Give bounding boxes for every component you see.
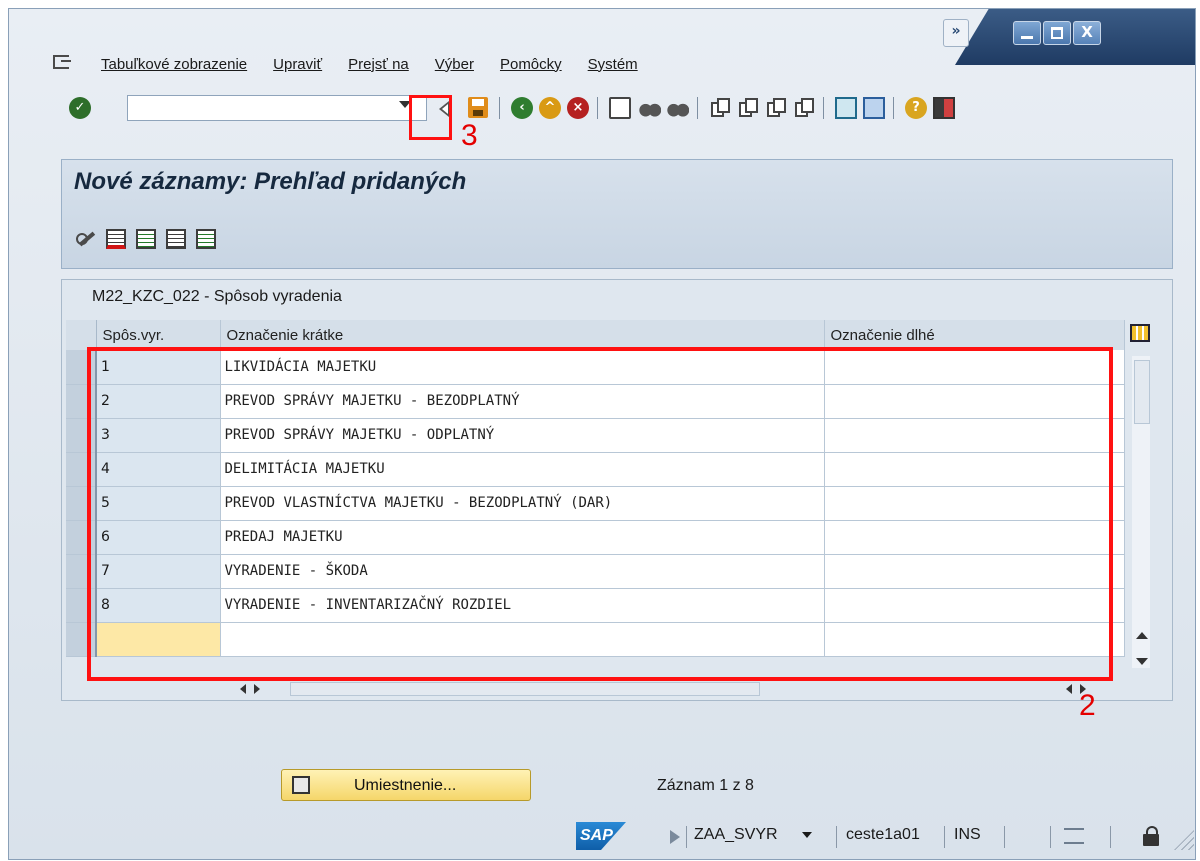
previous-page-icon[interactable] (737, 97, 759, 119)
shortcut-icon[interactable] (863, 97, 885, 119)
status-separator (1004, 826, 1005, 848)
status-separator (686, 826, 687, 848)
close-button[interactable] (1073, 21, 1101, 45)
scroll-right-icon[interactable] (254, 684, 260, 694)
status-system[interactable]: ZAA_SVYR (694, 826, 778, 844)
data-transfer-icon (1064, 828, 1084, 844)
table-settings-icon[interactable] (1130, 324, 1150, 342)
select-block-icon[interactable] (166, 229, 186, 249)
menu-item-edit[interactable]: Upraviť (273, 56, 322, 73)
next-page-icon[interactable] (765, 97, 787, 119)
save-icon[interactable] (468, 97, 488, 118)
minimize-button[interactable] (1013, 21, 1041, 45)
table-title: M22_KZC_022 - Spôsob vyradenia (92, 288, 342, 305)
status-separator (836, 826, 837, 848)
customize-layout-icon[interactable] (933, 97, 955, 119)
maximize-button[interactable] (1043, 21, 1071, 45)
standard-toolbar: ✓ ‹ ^ × ? (69, 95, 1089, 123)
scroll-left-end-icon[interactable] (1066, 684, 1072, 694)
status-dropdown-icon[interactable] (802, 832, 812, 838)
menu-item-table-view[interactable]: Tabuľkové zobrazenie (101, 56, 247, 73)
resize-grip[interactable] (1174, 830, 1194, 850)
menu-item-system[interactable]: Systém (588, 56, 638, 73)
callout-table-highlight (87, 347, 1113, 681)
print-icon[interactable] (609, 97, 631, 119)
status-separator (944, 826, 945, 848)
security-lock-icon[interactable] (1142, 826, 1160, 846)
column-header-code[interactable]: Spôs.vyr. (96, 320, 221, 350)
horizontal-scroll-thumb[interactable] (290, 682, 760, 696)
scroll-up-icon[interactable] (1136, 632, 1148, 639)
scroll-down-icon[interactable] (1136, 658, 1148, 665)
toolbar-separator (499, 97, 500, 119)
callout-save-highlight (409, 95, 452, 140)
status-host: ceste1a01 (846, 826, 920, 843)
page-title: Nové záznamy: Prehľad pridaných (74, 168, 467, 195)
create-session-icon[interactable] (835, 97, 857, 119)
enter-check-icon[interactable]: ✓ (69, 97, 91, 119)
sap-window: » Tabuľkové zobrazenie Upraviť Prejsť na… (8, 8, 1196, 860)
status-expand-icon[interactable] (670, 830, 680, 844)
command-field[interactable] (127, 95, 427, 121)
callout-number-3: 3 (461, 119, 478, 152)
find-icon[interactable] (639, 97, 661, 119)
cancel-icon[interactable]: × (567, 97, 589, 119)
menu-item-utilities[interactable]: Pomôcky (500, 56, 562, 73)
status-separator (1110, 826, 1111, 848)
green-back-icon[interactable]: ‹ (511, 97, 533, 119)
select-all-icon[interactable] (136, 229, 156, 249)
help-icon[interactable]: ? (905, 97, 927, 119)
column-header-short[interactable]: Označenie krátke (220, 320, 825, 350)
last-page-icon[interactable] (793, 97, 815, 119)
first-page-icon[interactable] (709, 97, 731, 119)
toolbar-separator (597, 97, 598, 119)
title-panel: Nové záznamy: Prehľad pridaných (61, 159, 1173, 269)
record-status: Záznam 1 z 8 (657, 777, 754, 794)
delete-row-icon[interactable] (106, 229, 126, 249)
selection-column-header[interactable] (66, 320, 97, 350)
status-separator (1050, 826, 1051, 848)
callout-number-2: 2 (1079, 689, 1096, 722)
position-button[interactable]: Umiestnenie... (281, 769, 531, 801)
toolbar-separator (893, 97, 894, 119)
status-bar: SAP ZAA_SVYR ceste1a01 INS (10, 820, 1194, 856)
scroll-left-icon[interactable] (240, 684, 246, 694)
overflow-chevron-icon[interactable]: » (943, 19, 969, 47)
sap-logo: SAP (576, 822, 626, 850)
deselect-all-icon[interactable] (196, 229, 216, 249)
table-header-row: Spôs.vyr. Označenie krátke Označenie dlh… (66, 320, 1125, 350)
toolbar-separator (697, 97, 698, 119)
find-next-icon[interactable] (667, 97, 689, 119)
menu-bar: Tabuľkové zobrazenie Upraviť Prejsť na V… (49, 51, 638, 77)
status-insert-mode[interactable]: INS (954, 826, 981, 844)
vertical-scrollbar[interactable] (1132, 356, 1150, 668)
position-button-label: Umiestnenie... (354, 777, 457, 794)
menu-item-goto[interactable]: Prejsť na (348, 56, 409, 73)
application-toolbar (76, 226, 216, 252)
toolbar-separator (823, 97, 824, 119)
exit-icon[interactable]: ^ (539, 97, 561, 119)
column-header-long[interactable]: Označenie dlhé (824, 320, 1125, 350)
position-icon (292, 776, 310, 794)
vertical-scroll-thumb[interactable] (1134, 360, 1150, 424)
menu-item-selection[interactable]: Výber (435, 56, 474, 73)
horizontal-scrollbar[interactable] (238, 682, 1138, 696)
display-change-icon[interactable] (76, 229, 96, 249)
